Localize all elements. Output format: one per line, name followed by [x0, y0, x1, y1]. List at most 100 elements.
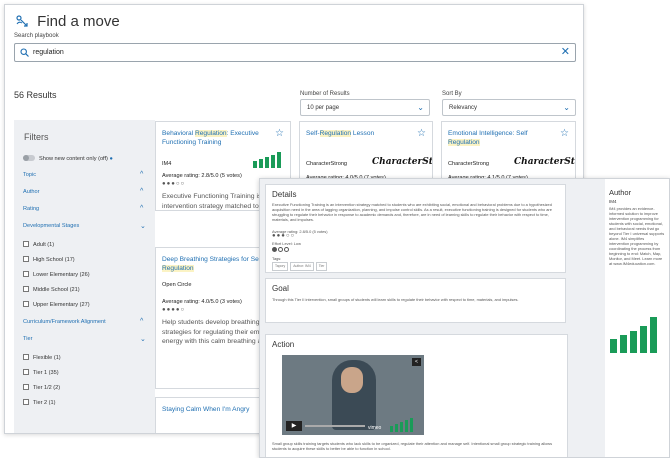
im4-large-logo [610, 317, 657, 353]
filter-section-rating[interactable]: Rating ^ [23, 205, 143, 212]
section-label: Author [23, 189, 40, 195]
goal-heading: Goal [272, 284, 289, 293]
filters-title: Filters [24, 132, 49, 142]
option-label: Upper Elementary (27) [33, 302, 90, 308]
author-name: IM4 [609, 199, 617, 204]
sort-value: Relevancy [449, 105, 478, 111]
card-title[interactable]: Self-Regulation Lesson [306, 129, 406, 138]
search-input[interactable]: regulation ✕ [14, 43, 576, 62]
section-label: Developmental Stages [23, 223, 80, 229]
filter-option[interactable]: Upper Elementary (27) [23, 301, 90, 308]
move-detail-window: Details Executive Functioning Training i… [259, 178, 670, 458]
section-label: Rating [23, 206, 40, 212]
vimeo-label: vimeo [368, 425, 382, 431]
checkbox[interactable] [23, 286, 29, 292]
details-text: Executive Functioning Training is an int… [272, 202, 552, 222]
card-publisher: IM4 [162, 161, 172, 167]
section-label: Topic [23, 172, 37, 178]
video-progress-bar[interactable] [305, 425, 365, 427]
chevron-down-icon: ⌄ [563, 103, 570, 112]
rating-icons: ●●●○○ [272, 233, 296, 239]
search-value: regulation [33, 49, 64, 56]
filter-section-author[interactable]: Author ^ [23, 188, 143, 195]
info-icon[interactable]: ● [110, 156, 113, 162]
card-publisher: CharacterStrong [448, 161, 490, 167]
filter-section-topic[interactable]: Topic ^ [23, 171, 143, 178]
sort-label: Sort By [442, 91, 462, 97]
tag[interactable]: Tier [315, 262, 328, 271]
share-icon[interactable]: < [412, 358, 421, 366]
checkbox[interactable] [23, 384, 29, 390]
checkbox[interactable] [23, 369, 29, 375]
filter-option[interactable]: Middle School (21) [23, 286, 80, 293]
search-icon [20, 48, 29, 57]
checkbox[interactable] [23, 354, 29, 360]
favorite-star-icon[interactable]: ☆ [275, 128, 284, 139]
toggle-label: Show new content only (off) [39, 156, 108, 162]
detail-content: Details Executive Functioning Training i… [260, 179, 605, 457]
characterstrong-logo: CharacterStrong [514, 157, 575, 167]
filter-option[interactable]: Tier 2 (1) [23, 399, 55, 406]
checkbox[interactable] [23, 241, 29, 247]
video-player[interactable]: < ▶ vimeo [282, 355, 424, 435]
chevron-up-icon: ^ [140, 171, 144, 178]
tags-label: Tags: [272, 256, 282, 261]
characterstrong-logo: CharacterStrong [372, 157, 433, 167]
search-label: Search playbook [14, 33, 59, 39]
checkbox[interactable] [23, 271, 29, 277]
chevron-up-icon: ^ [140, 318, 144, 325]
presenter-face [341, 367, 363, 393]
tag[interactable]: Tapory [272, 262, 289, 271]
section-label: Tier [23, 336, 33, 342]
toggle-switch[interactable] [23, 155, 35, 161]
action-panel: Action < ▶ vimeo Small group skills trai… [265, 334, 568, 457]
filter-option[interactable]: Tier 1 (35) [23, 369, 59, 376]
clear-search-icon[interactable]: ✕ [561, 47, 570, 58]
author-heading: Author [609, 188, 632, 197]
option-label: Adult (1) [33, 242, 55, 248]
chevron-up-icon: ^ [140, 188, 144, 195]
filter-option[interactable]: Tier 1/2 (2) [23, 384, 60, 391]
tag[interactable]: Author: IM4 [290, 262, 314, 271]
goal-text: Through this Tier II intervention, small… [272, 297, 519, 302]
checkbox[interactable] [23, 256, 29, 262]
option-label: High School (17) [33, 257, 75, 263]
option-label: Tier 1/2 (2) [33, 385, 61, 391]
action-heading: Action [272, 340, 295, 349]
card-publisher: Open Circle [162, 282, 192, 288]
option-label: Flexible (1) [33, 355, 61, 361]
filter-option[interactable]: Flexible (1) [23, 354, 61, 361]
filters-panel: Filters Show new content only (off) ● To… [14, 120, 155, 433]
card-title[interactable]: Emotional Intelligence: Self Regulation [448, 129, 548, 147]
favorite-star-icon[interactable]: ☆ [560, 128, 569, 139]
section-label: Curriculum/Framework Alignment [23, 319, 106, 325]
number-results-select[interactable]: 10 per page ⌄ [300, 99, 430, 116]
new-content-toggle[interactable]: Show new content only (off) ● [23, 155, 113, 162]
goal-panel: Goal Through this Tier II intervention, … [265, 278, 566, 323]
number-results-value: 10 per page [307, 105, 340, 111]
card-title[interactable]: Behavioral Regulation: Executive Functio… [162, 129, 262, 147]
play-icon[interactable]: ▶ [286, 421, 302, 431]
favorite-star-icon[interactable]: ☆ [417, 128, 426, 139]
chevron-down-icon: ⌄ [417, 103, 424, 112]
checkbox[interactable] [23, 301, 29, 307]
option-label: Middle School (21) [33, 287, 80, 293]
filter-option[interactable]: Lower Elementary (26) [23, 271, 90, 278]
filter-section-tier[interactable]: Tier ⌄ [23, 336, 146, 343]
option-label: Lower Elementary (26) [33, 272, 90, 278]
card-publisher: CharacterStrong [306, 161, 348, 167]
filter-option[interactable]: High School (17) [23, 256, 75, 263]
move-icon [16, 15, 28, 27]
chevron-down-icon: ⌄ [140, 223, 146, 230]
filter-section-curriculum[interactable]: Curriculum/Framework Alignment ^ [23, 318, 143, 325]
chevron-up-icon: ^ [140, 205, 144, 212]
details-panel: Details Executive Functioning Training i… [265, 184, 566, 273]
filter-section-developmental-stages[interactable]: Developmental Stages ⌄ [23, 223, 146, 230]
im4-logo [253, 152, 281, 168]
checkbox[interactable] [23, 399, 29, 405]
filter-option[interactable]: Adult (1) [23, 241, 54, 248]
details-heading: Details [272, 190, 297, 199]
number-results-label: Number of Results [300, 91, 350, 97]
sort-select[interactable]: Relevancy ⌄ [442, 99, 576, 116]
option-label: Tier 2 (1) [33, 400, 56, 406]
